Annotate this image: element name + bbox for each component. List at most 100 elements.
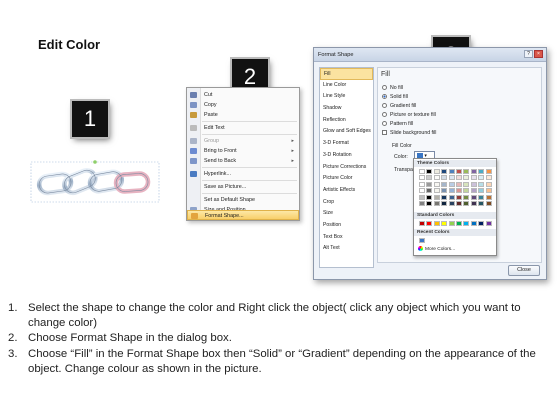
standard-color-swatch[interactable] xyxy=(478,221,485,226)
theme-color-swatch[interactable] xyxy=(456,188,462,194)
pattern-fill-option[interactable]: Pattern fill xyxy=(382,120,413,128)
nav-item-text-box[interactable]: Text Box xyxy=(320,232,373,244)
theme-color-swatch[interactable] xyxy=(448,169,455,174)
standard-color-swatch[interactable] xyxy=(463,221,470,226)
more-colors-link[interactable]: More Colors... xyxy=(418,246,455,252)
theme-color-swatch[interactable] xyxy=(419,181,425,187)
nav-item-alt-text[interactable]: Alt Text xyxy=(320,243,373,255)
theme-color-swatch[interactable] xyxy=(426,194,433,200)
theme-color-swatch[interactable] xyxy=(441,181,448,187)
theme-color-swatch[interactable] xyxy=(456,169,462,174)
theme-color-swatch[interactable] xyxy=(441,188,448,194)
theme-color-swatch[interactable] xyxy=(448,188,455,194)
nav-item-fill[interactable]: Fill xyxy=(320,68,373,80)
nav-item-glow-soft-edges[interactable]: Glow and Soft Edges xyxy=(320,126,373,138)
standard-color-swatch[interactable] xyxy=(485,221,492,226)
theme-color-swatch[interactable] xyxy=(433,188,440,194)
theme-color-swatch[interactable] xyxy=(419,201,425,206)
standard-color-swatch[interactable] xyxy=(448,221,455,226)
radio-button[interactable] xyxy=(382,121,387,127)
menu-item-send-to-back[interactable]: Send to Back ▸ xyxy=(187,156,299,166)
recent-color-swatch[interactable] xyxy=(419,238,425,243)
theme-color-swatch[interactable] xyxy=(478,169,485,174)
theme-color-swatch[interactable] xyxy=(478,201,485,206)
checkbox[interactable] xyxy=(382,130,387,136)
slide-background-fill-option[interactable]: Slide background fill xyxy=(382,129,436,137)
menu-item-paste[interactable]: Paste xyxy=(187,110,299,120)
theme-color-swatch[interactable] xyxy=(470,201,477,206)
theme-color-swatch[interactable] xyxy=(433,181,440,187)
menu-item-save-as-picture[interactable]: Save as Picture... xyxy=(187,182,299,192)
nav-item-picture-color[interactable]: Picture Color xyxy=(320,173,373,185)
menu-item-bring-to-front[interactable]: Bring to Front ▸ xyxy=(187,146,299,156)
help-button[interactable]: ? xyxy=(524,50,533,58)
theme-color-swatch[interactable] xyxy=(470,169,477,174)
theme-color-swatch[interactable] xyxy=(426,181,433,187)
dialog-titlebar[interactable]: Format Shape ? × xyxy=(314,48,546,62)
standard-color-swatch[interactable] xyxy=(441,221,448,226)
no-fill-option[interactable]: No fill xyxy=(382,84,403,92)
nav-item-artistic-effects[interactable]: Artistic Effects xyxy=(320,185,373,197)
theme-color-swatch[interactable] xyxy=(441,169,448,174)
close-icon[interactable]: × xyxy=(534,50,543,58)
menu-item-hyperlink[interactable]: Hyperlink... xyxy=(187,169,299,179)
theme-color-swatch[interactable] xyxy=(485,169,492,174)
nav-item-position[interactable]: Position xyxy=(320,220,373,232)
theme-color-swatch[interactable] xyxy=(463,201,470,206)
theme-color-swatch[interactable] xyxy=(485,175,492,181)
theme-color-swatch[interactable] xyxy=(448,175,455,181)
theme-color-swatch[interactable] xyxy=(463,194,470,200)
theme-color-swatch[interactable] xyxy=(463,175,470,181)
nav-item-crop[interactable]: Crop xyxy=(320,197,373,209)
menu-item-copy[interactable]: Copy xyxy=(187,100,299,110)
theme-color-swatch[interactable] xyxy=(426,188,433,194)
menu-item-cut[interactable]: Cut xyxy=(187,90,299,100)
theme-color-swatch[interactable] xyxy=(426,169,433,174)
standard-color-swatch[interactable] xyxy=(419,221,425,226)
standard-color-swatch[interactable] xyxy=(426,221,433,226)
close-button[interactable]: Close xyxy=(508,265,540,276)
radio-button-selected[interactable] xyxy=(382,94,387,100)
theme-color-swatch[interactable] xyxy=(463,181,470,187)
nav-item-3d-rotation[interactable]: 3-D Rotation xyxy=(320,150,373,162)
gradient-fill-option[interactable]: Gradient fill xyxy=(382,102,416,110)
menu-item-set-default-shape[interactable]: Set as Default Shape xyxy=(187,195,299,205)
theme-color-swatch[interactable] xyxy=(419,175,425,181)
theme-color-swatch[interactable] xyxy=(433,194,440,200)
theme-color-swatch[interactable] xyxy=(470,188,477,194)
theme-color-swatch[interactable] xyxy=(419,169,425,174)
standard-color-swatch[interactable] xyxy=(470,221,477,226)
theme-color-swatch[interactable] xyxy=(456,175,462,181)
theme-color-swatch[interactable] xyxy=(485,194,492,200)
theme-color-swatch[interactable] xyxy=(463,188,470,194)
theme-color-swatch[interactable] xyxy=(456,181,462,187)
theme-color-swatch[interactable] xyxy=(478,181,485,187)
theme-color-swatch[interactable] xyxy=(470,175,477,181)
nav-item-size[interactable]: Size xyxy=(320,208,373,220)
theme-color-swatch[interactable] xyxy=(441,175,448,181)
theme-color-swatch[interactable] xyxy=(448,194,455,200)
theme-color-swatch[interactable] xyxy=(433,175,440,181)
radio-button[interactable] xyxy=(382,85,387,91)
theme-color-swatch[interactable] xyxy=(419,188,425,194)
theme-color-swatch[interactable] xyxy=(426,175,433,181)
theme-color-swatch[interactable] xyxy=(478,188,485,194)
chain-shape[interactable] xyxy=(30,158,160,206)
standard-color-swatch[interactable] xyxy=(456,221,462,226)
theme-color-swatch[interactable] xyxy=(448,181,455,187)
theme-color-swatch[interactable] xyxy=(478,175,485,181)
menu-item-edit-text[interactable]: Edit Text xyxy=(187,123,299,133)
theme-color-swatch[interactable] xyxy=(456,194,462,200)
nav-item-line-color[interactable]: Line Color xyxy=(320,80,373,92)
solid-fill-option[interactable]: Solid fill xyxy=(382,93,408,101)
theme-color-swatch[interactable] xyxy=(441,201,448,206)
nav-item-reflection[interactable]: Reflection xyxy=(320,115,373,127)
theme-color-swatch[interactable] xyxy=(485,181,492,187)
theme-color-swatch[interactable] xyxy=(433,201,440,206)
menu-item-format-shape[interactable]: Format Shape... xyxy=(187,210,299,220)
standard-color-swatch[interactable] xyxy=(433,221,440,226)
picture-texture-fill-option[interactable]: Picture or texture fill xyxy=(382,111,436,119)
theme-color-swatch[interactable] xyxy=(463,169,470,174)
theme-color-swatch[interactable] xyxy=(441,194,448,200)
radio-button[interactable] xyxy=(382,103,387,109)
